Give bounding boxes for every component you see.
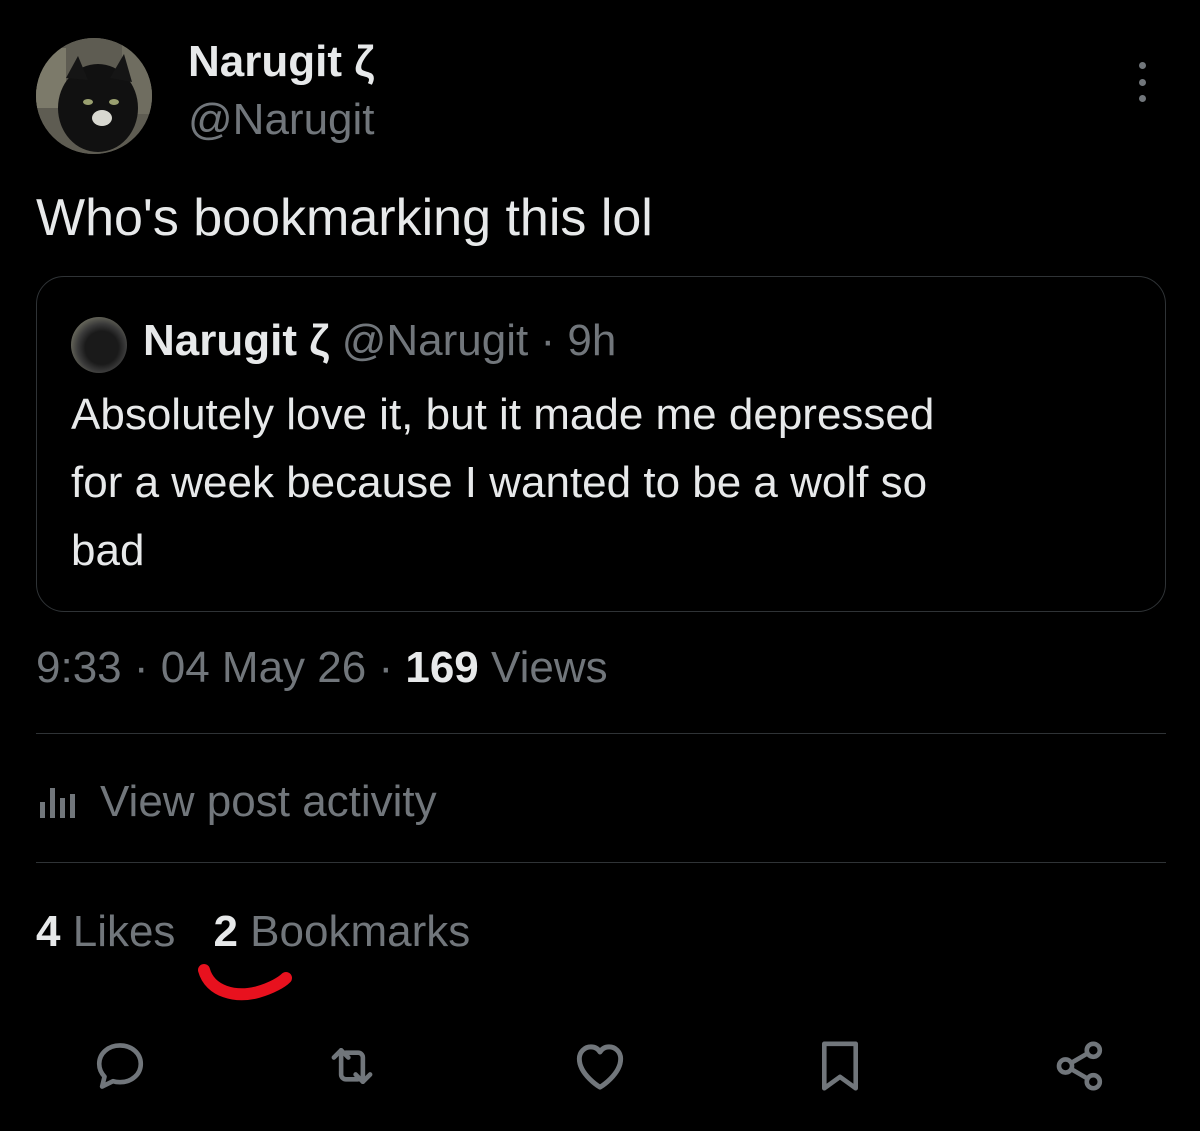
meta-separator: ·: [133, 643, 149, 692]
likes-count: 4: [36, 907, 61, 956]
reply-icon[interactable]: [88, 1034, 152, 1098]
view-post-activity-label: View post activity: [100, 777, 437, 826]
post-text: Who's bookmarking this lol: [36, 189, 653, 247]
bookmark-icon[interactable]: [808, 1034, 872, 1098]
quoted-post-header: Narugit ζ @Narugit · 9h: [143, 313, 616, 369]
divider: [36, 733, 1166, 734]
likes-stat[interactable]: 4 Likes: [36, 907, 175, 956]
quoted-author-avatar: [71, 317, 127, 373]
more-dot: [1138, 78, 1146, 86]
repost-icon[interactable]: [320, 1034, 384, 1098]
quoted-display-name: Narugit ζ: [143, 316, 330, 365]
analytics-icon: [40, 788, 75, 818]
author-handle[interactable]: @Narugit: [188, 94, 375, 146]
more-options-icon[interactable]: [1124, 60, 1160, 104]
author-display-name[interactable]: Narugit ζ: [188, 36, 374, 88]
post-time[interactable]: 9:33: [36, 643, 122, 692]
views-label: Views: [491, 643, 608, 692]
more-dot: [1138, 62, 1146, 69]
meta-separator: ·: [378, 643, 394, 692]
bookmarks-stat[interactable]: 2 Bookmarks: [213, 907, 470, 956]
quoted-post-text: Absolutely love it, but it made me depre…: [71, 390, 935, 575]
quoted-post[interactable]: Narugit ζ @Narugit · 9h Absolutely love …: [36, 276, 1166, 612]
share-icon[interactable]: [1048, 1034, 1112, 1098]
quoted-handle: @Narugit: [341, 316, 529, 365]
views-count: 169: [405, 643, 479, 692]
like-icon[interactable]: [568, 1034, 632, 1098]
red-underline-annotation: [198, 964, 292, 1001]
post-date[interactable]: 04 May 26: [161, 643, 366, 692]
bookmarks-count: 2: [213, 907, 238, 956]
post-meta: 9:33 · 04 May 26 · 169 Views: [36, 640, 608, 696]
action-bar: [0, 1030, 1200, 1110]
bookmarks-label: Bookmarks: [250, 907, 471, 956]
view-post-activity-link[interactable]: View post activity: [36, 772, 437, 832]
more-dot: [1138, 95, 1146, 102]
engagement-stats: 4 Likes 2 Bookmarks: [36, 904, 470, 960]
quoted-timestamp: 9h: [567, 316, 617, 365]
quoted-separator: ·: [540, 316, 556, 365]
divider: [36, 862, 1166, 863]
likes-label: Likes: [72, 907, 176, 956]
author-avatar[interactable]: [36, 38, 152, 154]
